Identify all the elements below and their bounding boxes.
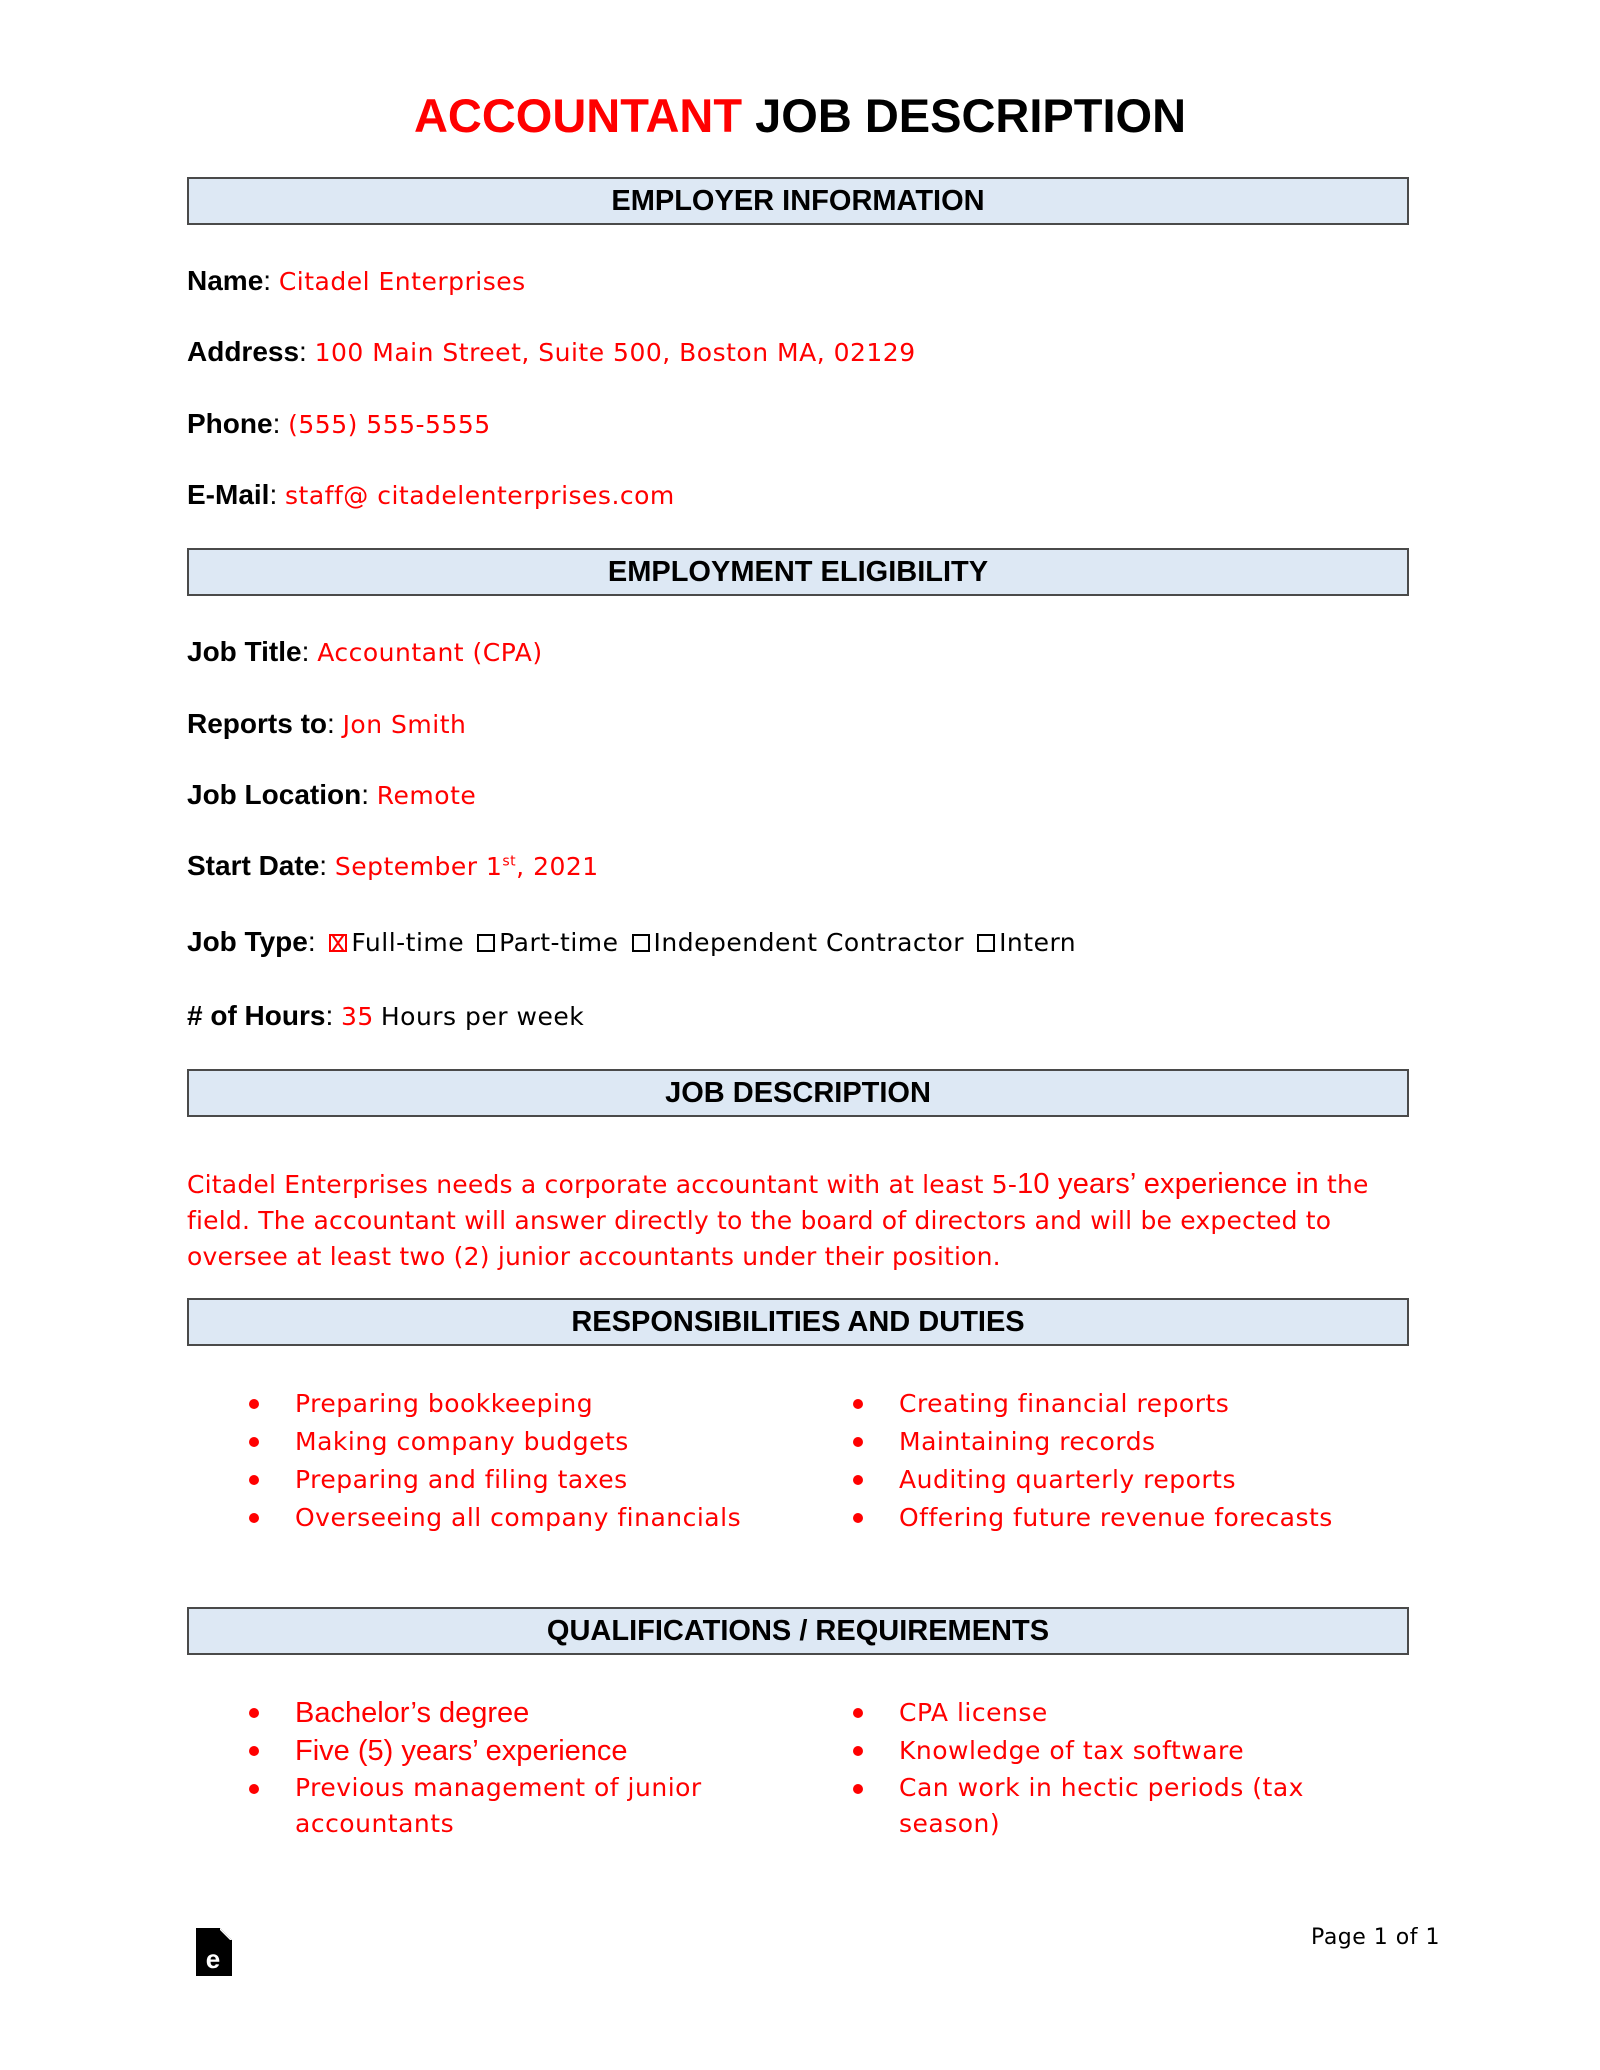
bullet-icon bbox=[249, 1708, 259, 1718]
responsibilities-list-right: Creating financial reports Maintaining r… bbox=[851, 1385, 1333, 1537]
section-header-employer-information: EMPLOYER INFORMATION bbox=[187, 177, 1409, 225]
bullet-icon bbox=[249, 1746, 259, 1756]
job-type-option-part-time[interactable]: Part-time bbox=[471, 927, 618, 958]
list-item[interactable]: Previous management of junior accountant… bbox=[247, 1770, 767, 1842]
bullet-icon bbox=[853, 1708, 863, 1718]
job-type-option-independent-contractor[interactable]: Independent Contractor bbox=[626, 927, 965, 958]
list-item[interactable]: Auditing quarterly reports bbox=[851, 1461, 1333, 1499]
field-reports-to: Reports to: Jon Smith bbox=[187, 708, 467, 739]
field-hours: # of Hours: 35 Hours per week bbox=[187, 1000, 585, 1031]
list-item[interactable]: Overseeing all company financials bbox=[247, 1499, 741, 1537]
field-label: Phone bbox=[187, 408, 273, 439]
bullet-icon bbox=[249, 1399, 259, 1409]
field-label: Job Location bbox=[187, 779, 362, 810]
field-email: E-Mail: staff@ citadelenterprises.com bbox=[187, 479, 675, 510]
list-item[interactable]: Maintaining records bbox=[851, 1423, 1333, 1461]
checkbox-icon[interactable] bbox=[631, 934, 650, 952]
list-item[interactable]: CPA license bbox=[851, 1694, 1351, 1732]
field-value[interactable]: Remote bbox=[377, 781, 476, 810]
field-value[interactable]: 35 bbox=[341, 1002, 374, 1031]
job-description-text[interactable]: Citadel Enterprises needs a corporate ac… bbox=[187, 1166, 1417, 1275]
field-label: Start Date bbox=[187, 850, 320, 881]
field-label: Job Type bbox=[187, 926, 308, 957]
field-job-title: Job Title: Accountant (CPA) bbox=[187, 636, 543, 667]
bullet-icon bbox=[853, 1513, 863, 1523]
page-title: ACCOUNTANT JOB DESCRIPTION bbox=[0, 88, 1600, 143]
field-label: Name bbox=[187, 265, 264, 296]
field-value[interactable]: 100 Main Street, Suite 500, Boston MA, 0… bbox=[315, 338, 916, 367]
qualifications-list-right: CPA license Knowledge of tax software Ca… bbox=[851, 1694, 1351, 1842]
responsibilities-list-left: Preparing bookkeeping Making company bud… bbox=[247, 1385, 741, 1537]
bullet-icon bbox=[853, 1437, 863, 1447]
page-number: Page 1 of 1 bbox=[1311, 1925, 1440, 1950]
list-item[interactable]: Five (5) years’ experience bbox=[247, 1732, 767, 1770]
field-value[interactable]: (555) 555-5555 bbox=[288, 410, 491, 439]
field-value[interactable]: September 1st, 2021 bbox=[335, 852, 599, 881]
field-value[interactable]: Jon Smith bbox=[343, 710, 467, 739]
bullet-icon bbox=[853, 1746, 863, 1756]
field-address: Address: 100 Main Street, Suite 500, Bos… bbox=[187, 336, 916, 367]
job-type-option-full-time[interactable]: Full-time bbox=[323, 927, 464, 958]
hours-suffix: Hours per week bbox=[380, 1002, 585, 1031]
field-label: Address bbox=[187, 336, 300, 367]
bullet-icon bbox=[853, 1784, 863, 1794]
field-job-location: Job Location: Remote bbox=[187, 779, 477, 810]
list-item[interactable]: Bachelor’s degree bbox=[247, 1694, 767, 1732]
section-header-job-description: JOB DESCRIPTION bbox=[187, 1069, 1409, 1117]
bullet-icon bbox=[853, 1475, 863, 1485]
field-value[interactable]: Citadel Enterprises bbox=[279, 267, 526, 296]
field-label: E-Mail bbox=[187, 479, 270, 510]
field-phone: Phone: (555) 555-5555 bbox=[187, 408, 491, 439]
field-start-date: Start Date: September 1st, 2021 bbox=[187, 850, 599, 881]
bullet-icon bbox=[249, 1513, 259, 1523]
list-item[interactable]: Preparing and filing taxes bbox=[247, 1461, 741, 1499]
field-label: Job Title bbox=[187, 636, 302, 667]
bullet-icon bbox=[249, 1475, 259, 1485]
list-item[interactable]: Making company budgets bbox=[247, 1423, 741, 1461]
bullet-icon bbox=[249, 1437, 259, 1447]
field-job-type: Job Type: Full-time Part-time Independen… bbox=[187, 926, 1077, 958]
section-header-responsibilities: RESPONSIBILITIES AND DUTIES bbox=[187, 1298, 1409, 1346]
field-value[interactable]: Accountant (CPA) bbox=[317, 638, 542, 667]
svg-text:e: e bbox=[206, 1944, 220, 1974]
list-item[interactable]: Preparing bookkeeping bbox=[247, 1385, 741, 1423]
title-accent: ACCOUNTANT bbox=[413, 89, 743, 142]
checkbox-checked-icon[interactable] bbox=[329, 934, 348, 952]
section-header-employment-eligibility: EMPLOYMENT ELIGIBILITY bbox=[187, 548, 1409, 596]
field-value[interactable]: staff@ citadelenterprises.com bbox=[285, 481, 675, 510]
eforms-logo-icon: e bbox=[196, 1928, 232, 1976]
field-label: # of Hours bbox=[187, 1000, 326, 1031]
section-header-qualifications: QUALIFICATIONS / REQUIREMENTS bbox=[187, 1607, 1409, 1655]
list-item[interactable]: Knowledge of tax software bbox=[851, 1732, 1351, 1770]
bullet-icon bbox=[249, 1784, 259, 1794]
list-item[interactable]: Offering future revenue forecasts bbox=[851, 1499, 1333, 1537]
field-name: Name: Citadel Enterprises bbox=[187, 265, 526, 296]
list-item[interactable]: Can work in hectic periods (tax season) bbox=[851, 1770, 1351, 1842]
qualifications-list-left: Bachelor’s degree Five (5) years’ experi… bbox=[247, 1694, 767, 1842]
title-rest: JOB DESCRIPTION bbox=[755, 89, 1187, 142]
bullet-icon bbox=[853, 1399, 863, 1409]
list-item[interactable]: Creating financial reports bbox=[851, 1385, 1333, 1423]
field-label: Reports to bbox=[187, 708, 327, 739]
job-type-option-intern[interactable]: Intern bbox=[971, 927, 1076, 958]
checkbox-icon[interactable] bbox=[477, 934, 496, 952]
checkbox-icon[interactable] bbox=[977, 934, 996, 952]
